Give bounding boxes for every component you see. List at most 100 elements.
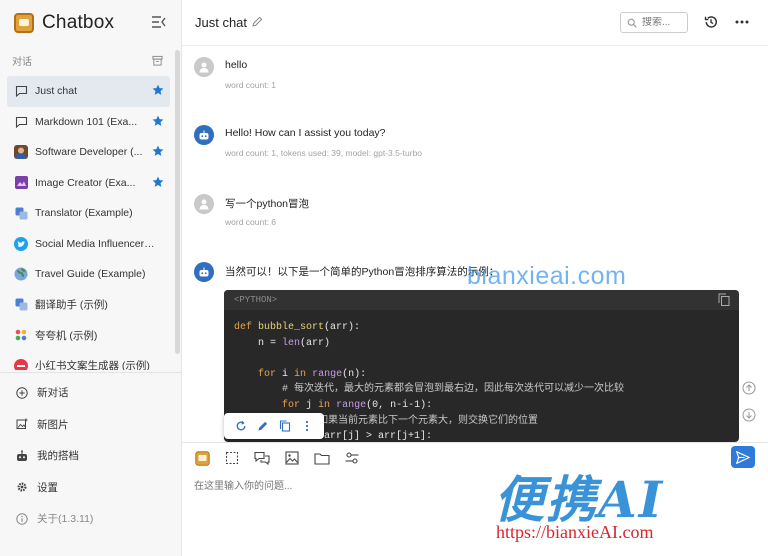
chat-main: Just chat hello word count: 1 Hello! How… [182,0,768,556]
info-icon [16,513,28,525]
user-avatar-icon [194,194,214,214]
chat-bubble-icon [14,115,28,129]
app-window: Chatbox 对话 Just chat Markdown 101 (Exa..… [0,0,768,556]
conversation-item-translator[interactable]: Translator (Example) [7,198,170,229]
my-partners-button[interactable]: 我的搭档 [0,440,182,472]
refresh-icon[interactable] [235,420,247,432]
send-icon [736,450,750,464]
more-options-icon[interactable] [735,20,749,24]
edit-icon[interactable] [257,420,269,432]
message-text: 当然可以！以下是一个简单的Python冒泡排序算法的示例： [225,266,500,278]
conversation-item-translation-assistant[interactable]: 翻译助手 (示例) [7,290,170,321]
image-plus-icon [16,418,28,430]
section-label: 对话 [12,56,32,68]
collapse-sidebar-icon[interactable] [151,15,167,29]
about-label: 关于(1.3.11) [37,513,94,526]
crop-icon[interactable] [224,450,240,466]
message-meta: word count: 1 [225,80,277,90]
settings-button[interactable]: 设置 [0,472,182,504]
message-text: Hello! How can I assist you today? [225,127,386,139]
conversation-label: Image Creator (Exa... [35,176,136,189]
bot-avatar-icon [194,262,214,282]
send-button[interactable] [731,446,755,468]
twitter-icon [14,236,28,251]
message-actions-toolbar [224,413,324,439]
star-icon[interactable] [152,84,164,96]
settings-label: 设置 [37,481,58,494]
chat-title: Just chat [195,15,248,30]
conversation-label: 小红书文案生成器 (示例) [35,360,150,370]
gear-icon [17,482,27,492]
robot-icon [17,450,27,461]
chat-bubble-icon [14,84,28,98]
star-icon[interactable] [152,176,164,188]
conversation-label: Translator (Example) [35,207,133,220]
message-text: 写一个python冒泡 [225,198,310,210]
image-icon[interactable] [284,450,300,466]
more-vertical-icon[interactable] [301,420,313,432]
sidebar-actions: 新对话 新图片 我的搭档 设置 关于(1.3.11) [0,372,182,535]
new-chat-label: 新对话 [37,387,69,400]
model-select-icon[interactable] [194,450,210,466]
conversation-item-software-developer[interactable]: Software Developer (... [7,137,170,168]
code-language: <PYTHON> [224,290,739,310]
xiaohongshu-icon [14,358,28,370]
translator-icon [14,206,28,220]
archive-icon[interactable] [152,55,163,66]
app-name: Chatbox [42,12,115,33]
bot-avatar-icon [194,125,214,145]
history-icon[interactable] [704,15,718,29]
search-box[interactable] [620,12,688,33]
scroll-down-icon[interactable] [742,408,756,422]
conversation-label: Software Developer (... [35,146,143,159]
globe-icon [14,267,28,281]
search-input[interactable] [642,17,686,28]
image-creator-icon [14,176,28,190]
conversation-label: Just chat [35,85,78,98]
my-partners-label: 我的搭档 [37,450,79,463]
conversation-label: Social Media Influencer (E... [35,237,157,250]
sidebar-scrollbar[interactable] [175,50,180,354]
user-avatar-icon [194,57,214,77]
copy-icon[interactable] [279,420,291,432]
conversation-label: Markdown 101 (Exa... [35,115,138,128]
conversation-icon[interactable] [254,450,270,466]
conversations-header: 对话 [0,46,181,74]
sidebar: Chatbox 对话 Just chat Markdown 101 (Exa..… [0,0,182,556]
new-chat-button[interactable]: 新对话 [0,377,182,409]
praise-icon [14,328,28,342]
message-input[interactable] [194,477,634,499]
composer-toolbar [194,450,374,466]
new-image-label: 新图片 [37,418,69,431]
conversation-label: 翻译助手 (示例) [35,299,108,312]
star-icon[interactable] [152,145,164,157]
message-meta: word count: 1, tokens used: 39, model: g… [225,148,423,158]
developer-avatar-icon [14,145,28,160]
chat-header: Just chat [182,0,768,46]
copy-icon[interactable] [718,293,730,306]
conversation-item-markdown[interactable]: Markdown 101 (Exa... [7,107,170,138]
about-button[interactable]: 关于(1.3.11) [0,503,182,535]
conversation-item-just-chat[interactable]: Just chat [7,76,170,107]
conversation-label: 夸夸机 (示例) [35,329,98,342]
folder-icon[interactable] [314,450,330,466]
pencil-icon[interactable] [251,16,263,28]
conversation-item-xiaohongshu[interactable]: 小红书文案生成器 (示例) [7,351,170,370]
chatbox-logo-icon [14,13,34,33]
settings-sliders-icon[interactable] [344,450,360,466]
conversation-label: Travel Guide (Example) [35,268,146,281]
conversation-list: Just chat Markdown 101 (Exa... Software … [0,76,176,370]
search-icon [627,18,637,28]
plus-circle-icon [16,387,28,399]
conversation-item-travel-guide[interactable]: Travel Guide (Example) [7,259,170,290]
conversation-item-image-creator[interactable]: Image Creator (Exa... [7,168,170,199]
new-image-button[interactable]: 新图片 [0,409,182,441]
conversation-item-social-media[interactable]: Social Media Influencer (E... [7,229,170,260]
scroll-up-icon[interactable] [742,381,756,395]
composer [182,442,768,556]
translator-icon [14,298,28,312]
message-text: hello [225,59,248,71]
star-icon[interactable] [152,115,164,127]
conversation-item-praise-bot[interactable]: 夸夸机 (示例) [7,320,170,351]
message-meta: word count: 6 [225,217,277,227]
